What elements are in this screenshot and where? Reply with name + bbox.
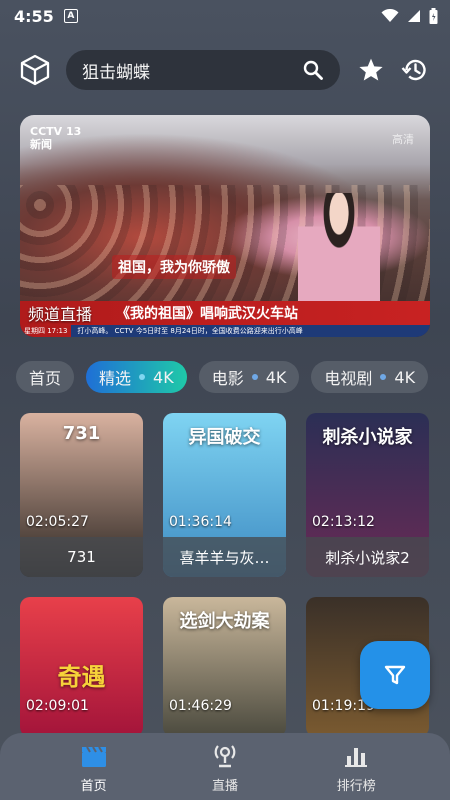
cube-icon: [20, 54, 50, 86]
video-duration: 01:46:29: [169, 698, 232, 714]
ticker-date: 星期四 17:13: [20, 325, 72, 337]
search-input[interactable]: 狙击蝴蝶: [82, 58, 302, 83]
poster-title-art: 选剑大劫案: [179, 611, 270, 632]
video-poster: 奇遇: [20, 597, 143, 737]
video-card[interactable]: 731 02:05:27 731: [20, 413, 143, 577]
poster-title-art: 731: [62, 423, 101, 444]
video-title: 喜羊羊与灰…: [163, 537, 286, 577]
hd-mark: 高清: [392, 133, 414, 146]
bar-chart-icon: [342, 743, 370, 769]
wifi-icon: [381, 9, 399, 22]
filter-icon: [384, 665, 406, 685]
live-channel-banner[interactable]: CCTV 13 新闻 高清 祖国，我为你骄傲 《我的祖国》唱响武汉火车站 星期四…: [20, 115, 430, 337]
nav-label: 首页: [80, 779, 107, 794]
top-bar: 狙击蝴蝶: [0, 50, 450, 90]
history-button[interactable]: [400, 54, 430, 86]
status-icons: [381, 8, 438, 24]
video-poster: 选剑大劫案: [163, 597, 286, 737]
tab-badge: 4K: [394, 367, 416, 387]
nav-ranking[interactable]: 排行榜: [316, 733, 396, 794]
status-time: 4:55: [14, 6, 54, 26]
ticker-text: 打小高峰。 CCTV 今5日时至 8月24日时，全国收费公路迎来出行小高峰: [77, 327, 303, 335]
search-icon[interactable]: [302, 59, 324, 81]
tab-label: 首页: [29, 369, 62, 388]
tab-home[interactable]: 首页: [16, 361, 75, 393]
clapperboard-icon: [80, 743, 108, 769]
poster-title-art: 刺杀小说家: [322, 427, 413, 448]
tab-tv-series[interactable]: 电视剧 4K: [311, 361, 429, 393]
banner-headline: 《我的祖国》唱响武汉火车站: [116, 306, 298, 322]
tab-featured[interactable]: 精选 4K: [86, 361, 187, 393]
news-ticker: 星期四 17:13 打小高峰。 CCTV 今5日时至 8月24日时，全国收费公路…: [20, 325, 430, 337]
nav-live[interactable]: 直播: [185, 733, 265, 794]
status-bar: 4:55 A: [0, 0, 450, 32]
tab-label: 电影: [211, 369, 244, 388]
video-card[interactable]: 选剑大劫案 01:46:29: [163, 597, 286, 737]
history-icon: [401, 59, 426, 81]
video-duration: 02:09:01: [26, 698, 89, 714]
signal-icon: [408, 10, 420, 22]
video-card[interactable]: 奇遇 02:09:01: [20, 597, 143, 737]
video-title: 731: [20, 537, 143, 577]
video-duration: 02:13:12: [312, 514, 375, 530]
channel-live-label: 频道直播: [28, 305, 93, 324]
tab-badge: 4K: [153, 367, 174, 387]
favorites-button[interactable]: [356, 54, 386, 86]
poster-title-art: 奇遇: [57, 663, 106, 691]
bottom-navigation: 首页 直播 排行榜: [0, 733, 450, 800]
filter-button[interactable]: [360, 641, 430, 709]
cctv-logo: CCTV 13 新闻: [30, 125, 82, 151]
tab-dot: [139, 374, 146, 380]
news-anchor-image: [298, 193, 380, 305]
tab-label: 电视剧: [324, 369, 373, 388]
app-notification-icon: A: [63, 9, 78, 23]
tab-movies[interactable]: 电影 4K: [198, 361, 300, 393]
tab-dot: [251, 374, 258, 380]
broadcast-icon: [211, 743, 239, 769]
video-duration: 02:05:27: [26, 514, 89, 530]
battery-icon: [429, 8, 438, 24]
nav-home[interactable]: 首页: [54, 733, 134, 794]
tab-badge: 4K: [265, 367, 287, 387]
cube-menu-button[interactable]: [18, 52, 52, 88]
tab-label: 精选: [99, 369, 132, 388]
nav-label: 排行榜: [336, 779, 376, 794]
video-duration: 01:36:14: [169, 514, 232, 530]
video-card[interactable]: 异国破交 01:36:14 喜羊羊与灰…: [163, 413, 286, 577]
poster-title-art: 异国破交: [188, 427, 261, 448]
video-title: 刺杀小说家2: [306, 537, 429, 577]
banner-slogan: 祖国，我为你骄傲: [112, 255, 236, 279]
nav-label: 直播: [211, 779, 238, 794]
video-card[interactable]: 刺杀小说家 02:13:12 刺杀小说家2: [306, 413, 429, 577]
search-box[interactable]: 狙击蝴蝶: [66, 50, 340, 90]
star-icon: [359, 58, 383, 81]
category-tabs: 首页 精选 4K 电影 4K 电视剧 4K: [16, 361, 450, 393]
tab-dot: [380, 374, 387, 380]
